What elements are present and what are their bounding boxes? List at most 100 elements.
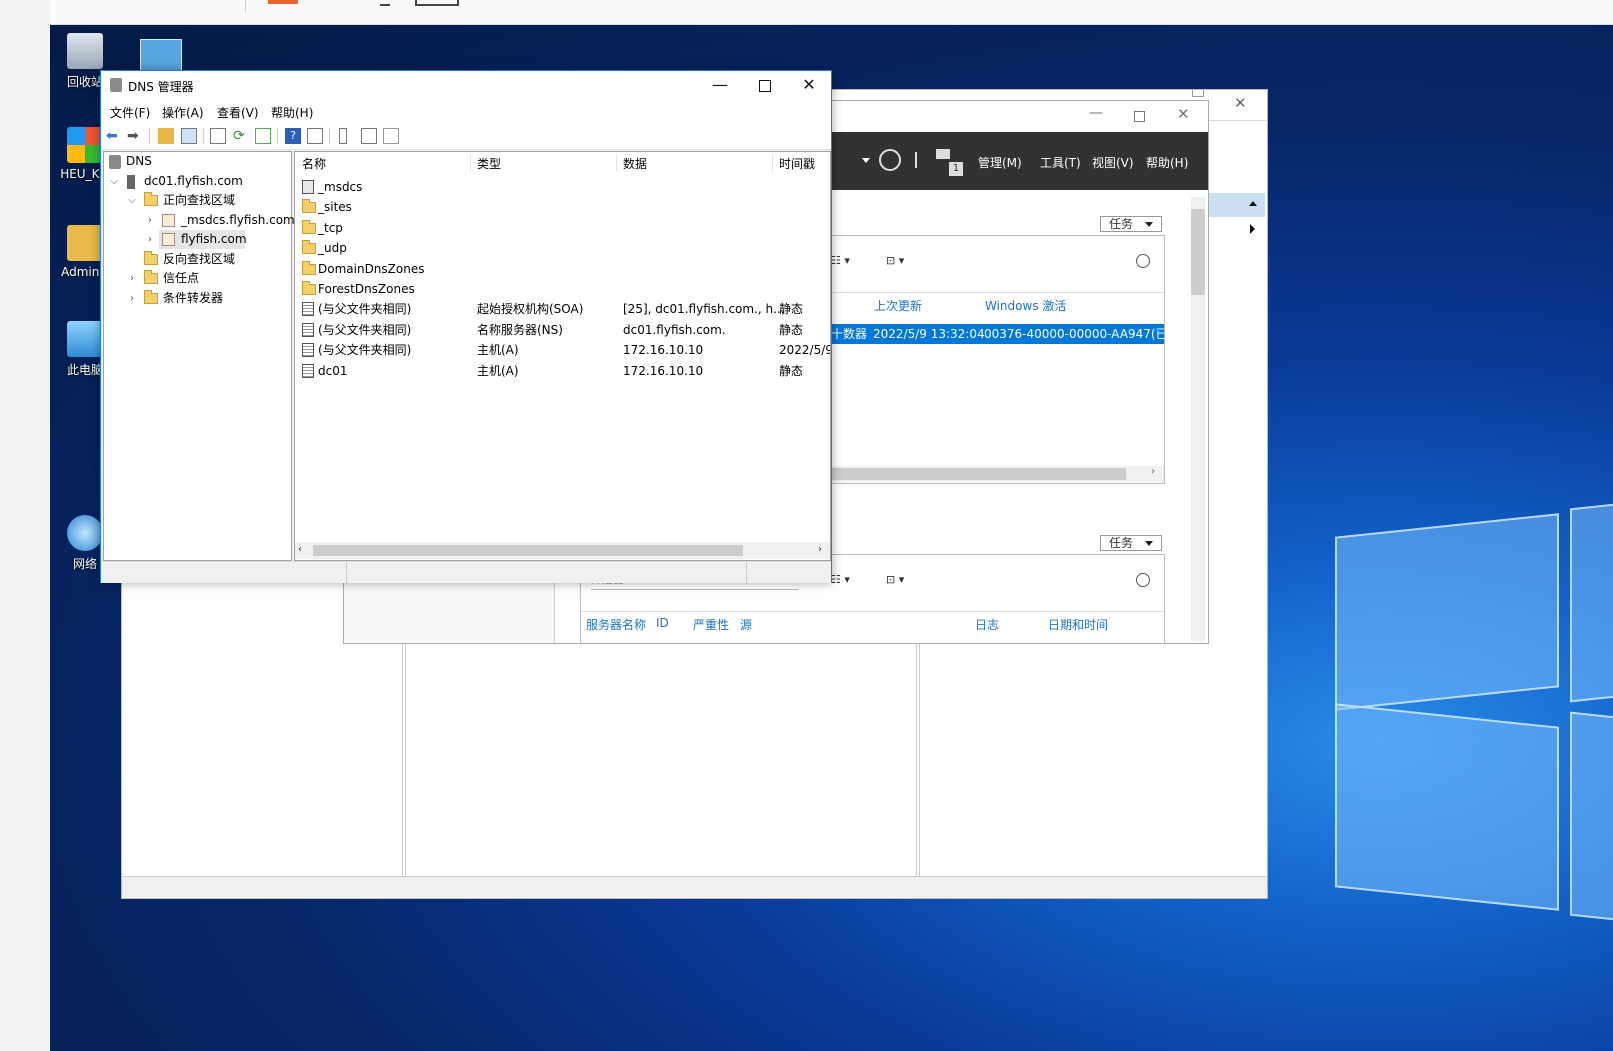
properties-icon[interactable]: [210, 128, 226, 144]
column-timestamp[interactable]: 时间戳: [779, 155, 815, 172]
column-last-update[interactable]: 上次更新: [874, 297, 922, 314]
tree-item-flyfish-zone[interactable]: flyfish.com: [181, 230, 247, 249]
horizontal-scrollbar[interactable]: ‹ ›: [295, 542, 830, 559]
tree-item-server[interactable]: dc01.flyfish.com: [144, 172, 243, 191]
column-severity[interactable]: 严重性: [693, 616, 729, 633]
column-name[interactable]: 名称: [302, 155, 326, 172]
collapse-up-icon[interactable]: [1249, 201, 1257, 206]
chevron-right-icon[interactable]: ›: [127, 269, 137, 288]
menu-help[interactable]: 帮助(H): [271, 104, 313, 121]
list-item[interactable]: _sites: [295, 197, 830, 217]
side-panel-selection[interactable]: [1207, 193, 1265, 217]
menu-action[interactable]: 操作(A): [162, 104, 204, 121]
list-item[interactable]: dc01 主机(A) 172.16.10.10 静态: [295, 361, 830, 381]
menu-view[interactable]: 查看(V): [217, 104, 259, 121]
fullscreen-icon[interactable]: [415, 0, 459, 6]
notification-flag-icon[interactable]: [936, 149, 950, 159]
list-item[interactable]: (与父文件夹相同) 起始授权机构(SOA) [25], dc01.flyfish.c…: [295, 299, 830, 319]
scrollbar-thumb[interactable]: [313, 545, 743, 556]
chevron-right-icon[interactable]: ›: [145, 211, 155, 230]
menu-help[interactable]: 帮助(H): [1146, 154, 1188, 171]
list-view-icon[interactable]: ☷ ▾: [831, 573, 850, 586]
scroll-right-icon[interactable]: ›: [1151, 466, 1155, 477]
up-folder-icon[interactable]: [158, 128, 174, 144]
tasks-button[interactable]: 任务: [1100, 216, 1162, 232]
scroll-left-icon[interactable]: ‹: [298, 544, 302, 555]
scrollbar-thumb[interactable]: [1191, 209, 1205, 295]
tree-item-conditional-forwarders[interactable]: 条件转发器: [163, 289, 223, 308]
list-item[interactable]: (与父文件夹相同) 名称服务器(NS) dc01.flyfish.com. 静态: [295, 320, 830, 340]
horizontal-scrollbar[interactable]: ›: [831, 466, 1164, 482]
expand-right-icon[interactable]: [1250, 224, 1255, 234]
close-button[interactable]: ✕: [787, 71, 831, 101]
save-query-icon[interactable]: ⊡ ▾: [886, 573, 904, 586]
dns-titlebar[interactable]: DNS 管理器 — ✕: [101, 71, 831, 101]
refresh-icon[interactable]: ⟳: [233, 128, 249, 144]
scrollbar-thumb[interactable]: [831, 468, 1126, 480]
minimize-button[interactable]: —: [698, 71, 742, 101]
chevron-down-icon[interactable]: ⌵: [109, 172, 119, 191]
list-item[interactable]: ForestDnsZones: [295, 279, 830, 299]
list-item[interactable]: _udp: [295, 238, 830, 258]
refresh-icon[interactable]: [879, 149, 901, 171]
divider[interactable]: [772, 154, 773, 172]
list-item[interactable]: _tcp: [295, 218, 830, 238]
restore-icon[interactable]: [1192, 90, 1204, 97]
maximize-button[interactable]: [742, 71, 786, 101]
tree-item-dns[interactable]: DNS: [126, 152, 152, 171]
save-query-icon[interactable]: ⊡ ▾: [886, 254, 904, 267]
menu-file[interactable]: 文件(F): [110, 104, 150, 121]
show-hide-tree-icon[interactable]: [181, 128, 197, 144]
help-icon[interactable]: ?: [285, 128, 301, 144]
chevron-right-icon[interactable]: ›: [145, 230, 155, 249]
vertical-scrollbar[interactable]: [1191, 197, 1205, 641]
server-icon[interactable]: [339, 128, 347, 144]
action-pane-icon[interactable]: [307, 128, 323, 144]
list-item[interactable]: (与父文件夹相同) 主机(A) 172.16.10.10 2022/5/9: [295, 340, 830, 360]
column-windows-activation[interactable]: Windows 激活: [985, 297, 1066, 314]
close-icon[interactable]: ✕: [1177, 105, 1190, 123]
record-list-icon[interactable]: [361, 128, 377, 144]
expand-circle-icon[interactable]: [1136, 254, 1150, 268]
expand-circle-icon[interactable]: [1136, 573, 1150, 587]
list-view-icon[interactable]: ☷ ▾: [831, 254, 850, 267]
records-list[interactable]: 名称 类型 数据 时间戳 _msdcs _sites _tcp _udp DomainD…: [294, 151, 831, 561]
record-timestamp: 静态: [779, 302, 804, 317]
column-date-time[interactable]: 日期和时间: [1048, 616, 1108, 633]
column-server-name[interactable]: 服务器名称: [586, 616, 646, 633]
tree-item-forward-lookup[interactable]: 正向查找区域: [163, 191, 235, 210]
list-item[interactable]: _msdcs: [295, 177, 830, 197]
column-log[interactable]: 日志: [975, 616, 999, 633]
maximize-icon[interactable]: [1134, 111, 1145, 122]
chevron-down-icon[interactable]: [380, 0, 390, 6]
console-tree[interactable]: DNS ⌵ dc01.flyfish.com ⌵ 正向查找区域 › _msdcs…: [103, 151, 295, 561]
server-row-selected[interactable]: 十数器 2022/5/9 13:32:04 00376-40000-00000-…: [831, 324, 1164, 344]
column-data[interactable]: 数据: [623, 155, 647, 172]
chevron-down-icon[interactable]: ⌵: [127, 191, 137, 210]
dropdown-arrow-icon[interactable]: [862, 158, 870, 163]
export-list-icon[interactable]: [255, 128, 271, 144]
tasks-button-events[interactable]: 任务: [1100, 535, 1162, 551]
minimize-icon[interactable]: —: [1089, 105, 1103, 121]
chevron-right-icon[interactable]: ›: [127, 289, 137, 308]
forward-arrow-icon[interactable]: ➡: [127, 128, 143, 144]
column-source[interactable]: 源: [740, 616, 752, 633]
column-id[interactable]: ID: [656, 616, 669, 630]
divider[interactable]: [616, 154, 617, 172]
scroll-right-icon[interactable]: ›: [818, 544, 822, 555]
divider[interactable]: [470, 154, 471, 172]
column-type[interactable]: 类型: [477, 155, 501, 172]
back-arrow-icon[interactable]: ⬅: [106, 128, 122, 144]
list-item[interactable]: DomainDnsZones: [295, 259, 830, 279]
menu-tools[interactable]: 工具(T): [1040, 154, 1081, 171]
server-manager-shortcut-icon[interactable]: [140, 39, 182, 71]
tree-item-msdcs-zone[interactable]: _msdcs.flyfish.com: [181, 211, 295, 230]
tree-item-trust-points[interactable]: 信任点: [163, 269, 199, 288]
close-icon[interactable]: ✕: [1234, 94, 1247, 112]
folder-icon: [302, 219, 316, 234]
menu-view[interactable]: 视图(V): [1092, 154, 1134, 171]
zone-icon[interactable]: [383, 128, 399, 144]
tree-item-reverse-lookup[interactable]: 反向查找区域: [163, 250, 235, 269]
dns-manager-window[interactable]: DNS 管理器 — ✕ 文件(F) 操作(A) 查看(V) 帮助(H) ⬅ ➡ …: [100, 70, 832, 583]
menu-manage[interactable]: 管理(M): [978, 154, 1022, 171]
